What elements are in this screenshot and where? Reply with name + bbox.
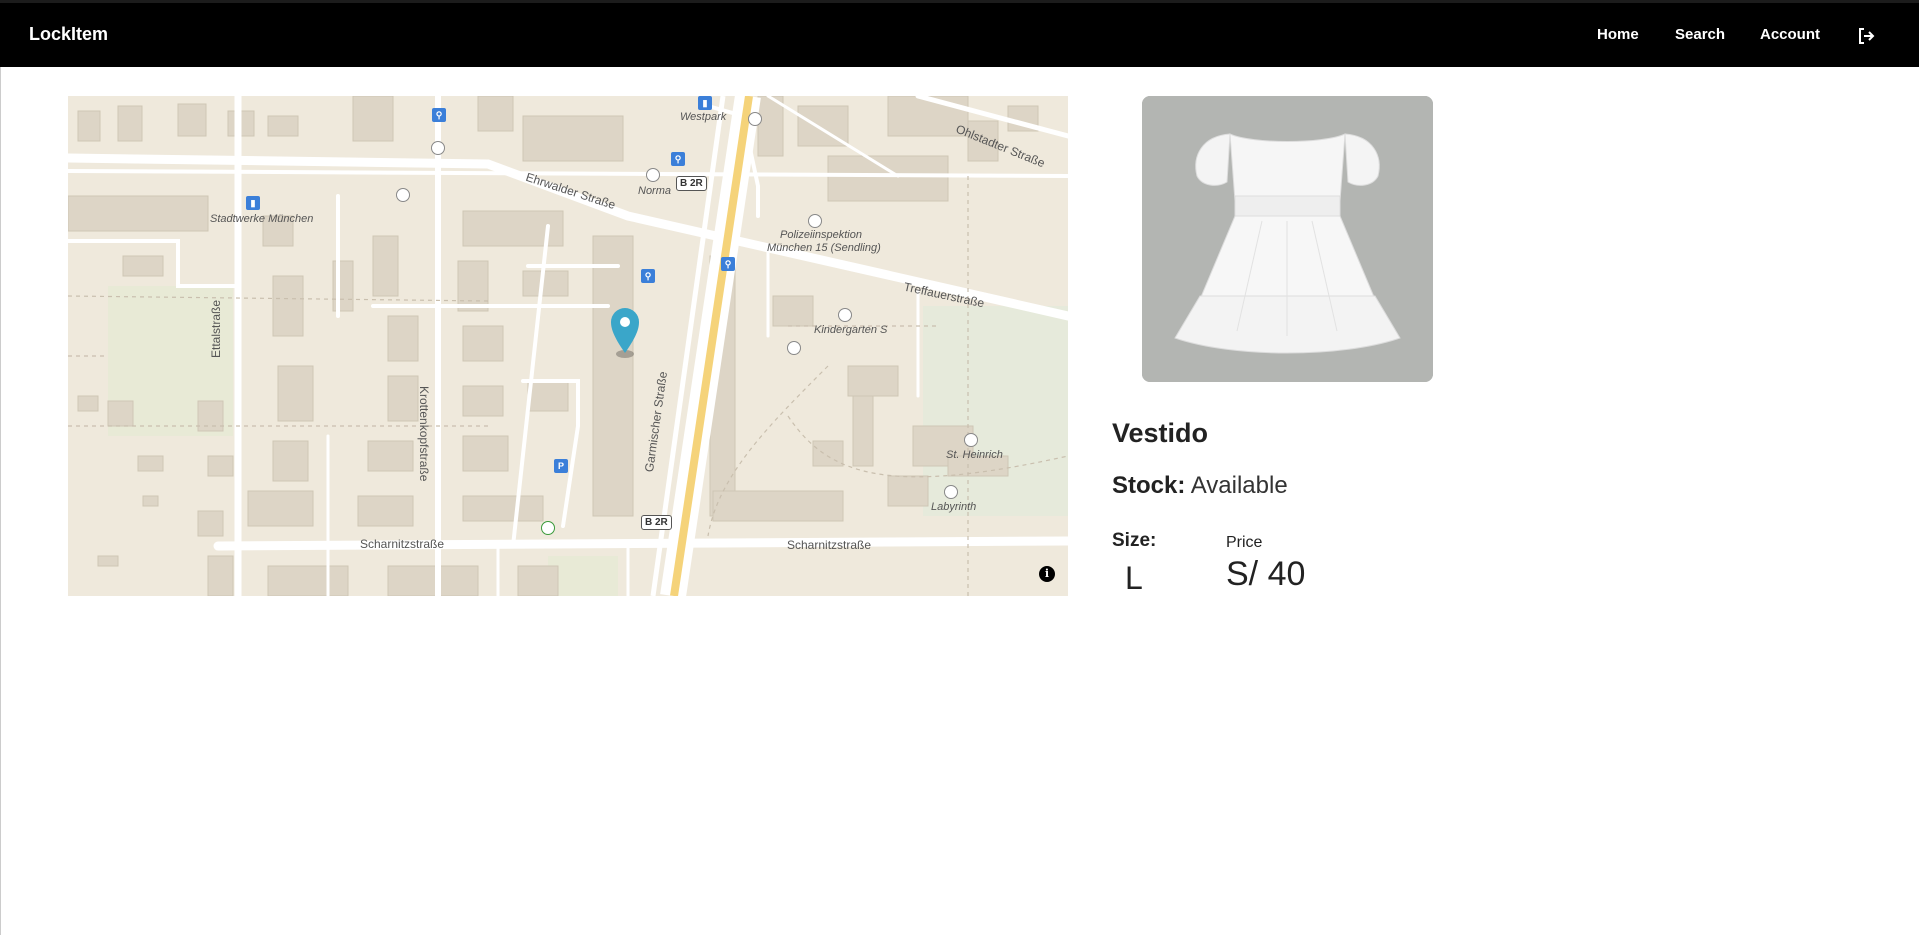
street-label-krottenkopf: Krottenkopfstraße	[417, 386, 431, 481]
wheelchair-icon	[787, 341, 801, 355]
price-value: S/ 40	[1226, 555, 1306, 593]
school-icon	[838, 308, 852, 322]
church-icon	[964, 433, 978, 447]
price-label: Price	[1226, 534, 1263, 551]
fuel-icon: ▮	[246, 196, 260, 210]
street-label-scharnitz-right: Scharnitzstraße	[787, 538, 872, 552]
transit-icon: ⚲	[432, 108, 446, 122]
location-map[interactable]: Ehrwalder Straße Ohlstadter Straße Treff…	[68, 96, 1068, 596]
place-label-kindergarten: Kindergarten S	[814, 324, 888, 336]
mail-icon	[396, 188, 410, 202]
place-label-polizei-line1: Polizeiinspektion	[780, 229, 862, 241]
product-image	[1142, 96, 1433, 382]
top-navbar: LockItem Home Search Account	[0, 0, 1919, 67]
police-icon	[808, 214, 822, 228]
brand-logo[interactable]: LockItem	[29, 24, 108, 45]
bicycle-icon	[431, 141, 445, 155]
stock-label: Stock:	[1112, 472, 1186, 499]
parking-icon: P	[554, 459, 568, 473]
transit-icon: ⚲	[641, 269, 655, 283]
place-label-stadtwerke: Stadtwerke München	[210, 213, 314, 225]
road-badge-top: B 2R	[676, 176, 707, 191]
page-left-border	[0, 67, 1, 935]
nav-search-link[interactable]: Search	[1675, 26, 1725, 43]
size-value: L	[1125, 560, 1143, 596]
logout-icon[interactable]	[1857, 27, 1875, 45]
bus-icon: ▮	[698, 96, 712, 110]
transit-icon: ⚲	[721, 257, 735, 271]
transit-icon: ⚲	[671, 152, 685, 166]
place-label-st-heinrich: St. Heinrich	[946, 449, 1003, 461]
stock-row: Stock: Available	[1112, 472, 1288, 500]
dress-icon	[1142, 96, 1433, 382]
stock-value: Available	[1190, 472, 1288, 499]
street-label-ettal-text: Ettalstraße	[209, 299, 223, 358]
street-label-scharnitz-left: Scharnitzstraße	[360, 537, 445, 551]
place-label-westpark: Westpark	[680, 111, 727, 123]
place-label-polizei-line2: München 15 (Sendling)	[767, 242, 881, 254]
nav-account-link[interactable]: Account	[1760, 26, 1820, 43]
street-label-ettal: Ettalstraße	[209, 300, 223, 358]
place-label-norma: Norma	[638, 185, 672, 197]
recycling-icon	[541, 521, 555, 535]
map-info-icon[interactable]: i	[1039, 566, 1055, 582]
road-badge-bottom: B 2R	[641, 515, 672, 530]
product-title: Vestido	[1112, 418, 1209, 448]
street-label-krottenkopf-text: Krottenkopfstraße	[417, 386, 431, 482]
place-label-labyrinth: Labyrinth	[931, 501, 977, 513]
size-label: Size:	[1112, 530, 1157, 551]
nav-home-link[interactable]: Home	[1597, 26, 1639, 43]
post-icon	[748, 112, 762, 126]
shop-icon	[646, 168, 660, 182]
info-place-icon	[944, 485, 958, 499]
